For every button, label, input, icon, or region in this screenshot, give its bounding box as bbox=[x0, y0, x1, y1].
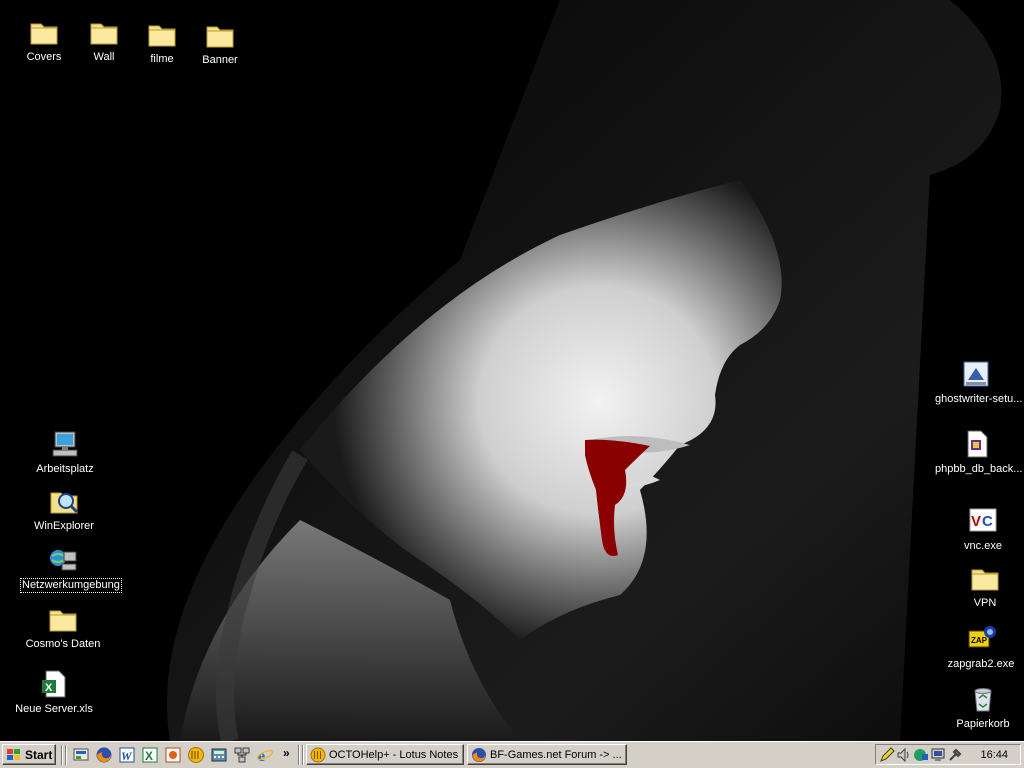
pencil-icon[interactable] bbox=[879, 747, 895, 763]
network-tray-icon[interactable] bbox=[913, 747, 929, 763]
desktop-icon-label: ghostwriter-setu... bbox=[935, 393, 1023, 405]
svg-text:V: V bbox=[971, 513, 981, 530]
desktop-icon-vpn[interactable]: VPN bbox=[943, 562, 1024, 610]
desktop-icon-winexplorer[interactable]: WinExplorer bbox=[22, 485, 106, 533]
calculator-icon[interactable] bbox=[210, 746, 228, 764]
svg-text:X: X bbox=[145, 749, 153, 763]
network-places-icon bbox=[47, 544, 79, 576]
taskbar-separator bbox=[61, 745, 63, 765]
desktop-icon-label: filme bbox=[150, 53, 174, 65]
lotus-notes-icon bbox=[310, 747, 326, 762]
taskbar-button-firefox-forum[interactable]: BF-Games.net Forum -> ... bbox=[467, 744, 627, 765]
taskbar-button-lotus-notes[interactable]: OCTOHelp+ - Lotus Notes bbox=[306, 744, 464, 765]
clock[interactable]: 16:44 bbox=[980, 749, 1008, 761]
svg-text:C: C bbox=[982, 513, 993, 530]
desktop-icon-ghostwriter-setup[interactable]: ghostwriter-setu... bbox=[934, 358, 1022, 406]
folder-icon bbox=[146, 18, 178, 50]
taskbar: Start W X e » OCTOHelp+ - Lotus Notes BF… bbox=[0, 741, 1024, 768]
svg-text:W: W bbox=[121, 749, 133, 763]
desktop-icon-arbeitsplatz[interactable]: Arbeitsplatz bbox=[23, 428, 107, 476]
firefox-icon[interactable] bbox=[95, 746, 113, 764]
desktop-icon-label: Arbeitsplatz bbox=[36, 463, 94, 475]
excel-icon[interactable]: X bbox=[141, 746, 159, 764]
desktop-icon-label: Covers bbox=[26, 51, 62, 63]
desktop-icon-label: Banner bbox=[202, 54, 238, 66]
windows-logo-icon bbox=[7, 748, 20, 760]
svg-text:X: X bbox=[45, 682, 53, 694]
volume-icon[interactable] bbox=[896, 747, 912, 763]
desktop-icon-neue-server-xls[interactable]: X Neue Server.xls bbox=[12, 668, 96, 716]
taskbar-button-label: OCTOHelp+ - Lotus Notes bbox=[329, 748, 459, 761]
vnc-icon: VC bbox=[967, 505, 999, 537]
desktop-icon-label: phpbb_db_back... bbox=[935, 463, 1023, 475]
desktop-icon-vnc-exe[interactable]: VC vnc.exe bbox=[941, 505, 1024, 553]
desktop-icon-label: vnc.exe bbox=[964, 540, 1002, 552]
my-computer-icon bbox=[49, 428, 81, 460]
excel-file-icon: X bbox=[38, 668, 70, 700]
wallpaper-image bbox=[0, 0, 1024, 741]
taskbar-separator bbox=[65, 745, 67, 765]
svg-text:ZAP: ZAP bbox=[971, 636, 988, 645]
desktop-icon-cosmos-daten[interactable]: Cosmo's Daten bbox=[21, 603, 105, 651]
firefox-icon bbox=[472, 747, 486, 762]
word-icon[interactable]: W bbox=[118, 746, 136, 764]
desktop-icon-papierkorb[interactable]: Papierkorb bbox=[941, 683, 1024, 731]
zapgrab-icon: ZAP bbox=[965, 623, 997, 655]
desktop-icon-label: VPN bbox=[973, 597, 997, 609]
tools-icon[interactable] bbox=[947, 747, 963, 763]
taskbar-separator bbox=[302, 745, 304, 765]
folder-icon bbox=[969, 562, 1001, 594]
desktop-icon-label: Netzwerkumgebung bbox=[20, 578, 122, 593]
taskbar-button-label: BF-Games.net Forum -> ... bbox=[490, 748, 622, 761]
recycle-bin-icon bbox=[967, 683, 999, 715]
display-icon[interactable] bbox=[930, 747, 946, 763]
quicklaunch-more-chevron[interactable]: » bbox=[283, 746, 290, 760]
desktop-icon-phpbb-db-backup[interactable]: phpbb_db_back... bbox=[934, 428, 1022, 476]
script-file-icon bbox=[960, 428, 992, 460]
folder-icon bbox=[88, 16, 120, 48]
desktop-icon-label: Wall bbox=[93, 51, 115, 63]
desktop[interactable]: Covers Wall filme Banner Arbeitsplatz Wi… bbox=[0, 0, 1024, 741]
desktop-icon-zapgrab2-exe[interactable]: ZAP zapgrab2.exe bbox=[939, 623, 1023, 671]
desktop-icon-label: Papierkorb bbox=[956, 718, 1010, 730]
installer-icon bbox=[960, 358, 992, 390]
taskbar-separator bbox=[298, 745, 300, 765]
system-tray: 16:44 bbox=[875, 744, 1021, 765]
folder-icon bbox=[204, 19, 236, 51]
internet-explorer-icon[interactable]: e bbox=[256, 746, 274, 764]
desktop-icon-label: Neue Server.xls bbox=[15, 703, 93, 715]
network-icon[interactable] bbox=[233, 746, 251, 764]
desktop-icon-label: Cosmo's Daten bbox=[25, 638, 101, 650]
desktop-icon-netzwerkumgebung[interactable]: Netzwerkumgebung bbox=[20, 544, 122, 593]
start-button[interactable]: Start bbox=[2, 744, 56, 765]
powerpoint-icon[interactable] bbox=[164, 746, 182, 764]
start-label: Start bbox=[25, 747, 53, 762]
show-desktop-icon[interactable] bbox=[72, 746, 90, 764]
desktop-icon-label: zapgrab2.exe bbox=[947, 658, 1015, 670]
desktop-icon-banner[interactable]: Banner bbox=[178, 19, 262, 67]
folder-icon bbox=[28, 16, 60, 48]
lotus-notes-icon[interactable] bbox=[187, 746, 205, 764]
desktop-icon-label: WinExplorer bbox=[34, 520, 94, 532]
folder-icon bbox=[47, 603, 79, 635]
explorer-search-icon bbox=[48, 485, 80, 517]
